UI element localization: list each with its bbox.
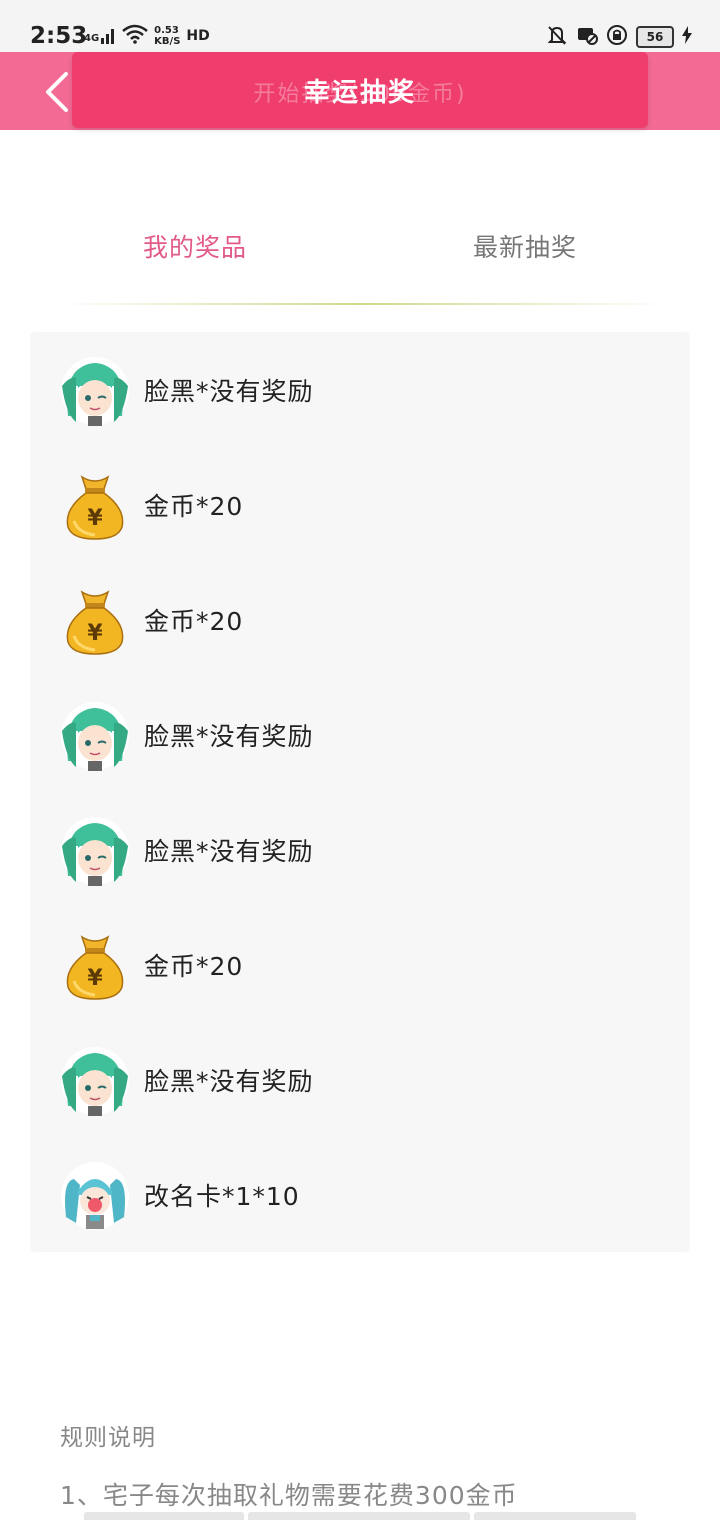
avatar-miku-chibi-icon [60, 1161, 130, 1231]
bottom-card [248, 1512, 470, 1520]
prize-item: ¥ 金币*20 [30, 907, 690, 1022]
bottom-card [84, 1512, 244, 1520]
prize-item: 改名卡*1*10 [30, 1137, 690, 1252]
prize-label: 改名卡*1*10 [144, 1182, 300, 1211]
prize-label: 脸黑*没有奖励 [144, 377, 314, 406]
status-left-icons: 4G 0.53 KB/S HD [84, 24, 210, 48]
avatar-miku-icon [60, 356, 130, 426]
status-bar: 2:53 4G 0.53 KB/S HD 56 [0, 0, 720, 52]
avatar-miku-icon [60, 816, 130, 886]
tab-latest-lottery[interactable]: 最新抽奖 [430, 228, 620, 274]
money-bag-icon: ¥ [60, 471, 130, 541]
avatar-miku-icon [60, 1046, 130, 1116]
svg-text:¥: ¥ [87, 506, 103, 531]
bottom-card [474, 1512, 636, 1520]
prize-item: ¥ 金币*20 [30, 562, 690, 677]
wifi-icon [122, 24, 148, 48]
status-time: 2:53 [30, 23, 88, 49]
tab-my-prizes[interactable]: 我的奖品 [100, 228, 290, 274]
svg-text:¥: ¥ [87, 621, 103, 646]
speed-unit: KB/S [154, 36, 181, 47]
prize-item: ¥ 金币*20 [30, 447, 690, 562]
status-right-icons: 56 [546, 24, 692, 50]
hd-badge: HD [186, 28, 210, 44]
prize-label: 金币*20 [144, 607, 244, 636]
prize-item: 脸黑*没有奖励 [30, 1022, 690, 1137]
avatar-miku-icon [60, 701, 130, 771]
prize-label: 脸黑*没有奖励 [144, 837, 314, 866]
prize-item: 脸黑*没有奖励 [30, 792, 690, 907]
rules-line: 1、宅子每次抽取礼物需要花费300金币 [60, 1481, 518, 1510]
network-type: 4G [84, 33, 100, 44]
tab-divider [58, 303, 668, 305]
money-bag-icon: ¥ [60, 586, 130, 656]
svg-text:¥: ¥ [87, 966, 103, 991]
prize-item: 脸黑*没有奖励 [30, 332, 690, 447]
rules-title: 规则说明 [60, 1425, 156, 1451]
network-speed: 0.53 KB/S [154, 25, 180, 47]
battery-indicator: 56 [636, 26, 674, 48]
signal-icon: 4G [84, 28, 116, 44]
speed-value: 0.53 [154, 25, 179, 36]
prize-label: 脸黑*没有奖励 [144, 722, 314, 751]
charging-icon [682, 26, 692, 48]
prize-list: 脸黑*没有奖励 ¥ 金币*20 ¥ 金币*20 脸黑*没有奖励 脸黑*没有奖励 … [30, 332, 690, 1252]
prize-label: 金币*20 [144, 952, 244, 981]
message-blocked-icon [576, 24, 598, 50]
banner-title: 幸运抽奖 [303, 77, 416, 108]
money-bag-icon: ¥ [60, 931, 130, 1001]
prize-label: 脸黑*没有奖励 [144, 1067, 314, 1096]
vpn-lock-icon [606, 24, 628, 50]
prize-label: 金币*20 [144, 492, 244, 521]
prize-item: 脸黑*没有奖励 [30, 677, 690, 792]
start-lottery-button[interactable]: 开始抽奖(300金币) 幸运抽奖 [72, 52, 648, 128]
mute-icon [546, 24, 568, 50]
